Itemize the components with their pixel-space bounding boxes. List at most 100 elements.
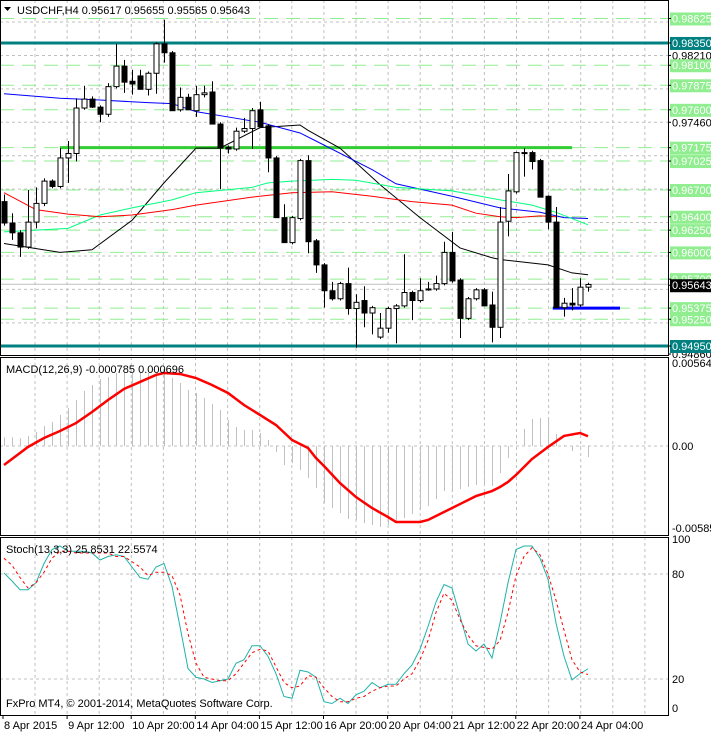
bull-candle-body — [57, 157, 64, 187]
candle[interactable] — [337, 281, 344, 301]
bull-candle-body — [73, 107, 80, 154]
candle[interactable] — [177, 87, 184, 112]
time-axis[interactable]: 8 Apr 2015 9 Apr 12:00 10 Apr 20:00 14 Apr … — [2, 715, 643, 732]
stoch-axis-label: 20 — [672, 674, 684, 686]
candle[interactable] — [105, 83, 112, 117]
bear-candle-body — [329, 290, 336, 300]
candle[interactable] — [473, 288, 480, 301]
candle[interactable] — [313, 239, 320, 273]
high-price: 0.95655 — [125, 5, 165, 17]
candle[interactable] — [129, 69, 136, 95]
mt4-chart-window[interactable]: 0.982100.974600.948600.986250.983500.981… — [0, 0, 711, 732]
candle[interactable] — [505, 173, 512, 237]
bear-candle-body — [529, 152, 536, 163]
candle[interactable] — [185, 93, 192, 111]
candle[interactable] — [441, 241, 448, 286]
candle[interactable] — [425, 281, 432, 291]
candle[interactable] — [521, 148, 528, 177]
bear-candle-body — [129, 80, 136, 85]
candle[interactable] — [209, 81, 216, 125]
candle[interactable] — [97, 105, 104, 123]
candle[interactable] — [457, 278, 464, 338]
macd-panel[interactable] — [3, 371, 589, 528]
candle[interactable] — [281, 204, 288, 244]
bull-candle-body — [25, 221, 32, 248]
bull-candle-body — [369, 307, 376, 314]
candle[interactable] — [465, 296, 472, 321]
key-level-price-label: 0.98350 — [672, 38, 711, 50]
candle[interactable] — [449, 231, 456, 283]
bull-candle-body — [585, 283, 592, 288]
candle[interactable] — [537, 158, 544, 198]
candle[interactable] — [73, 98, 80, 162]
candle[interactable] — [345, 267, 352, 315]
candle[interactable] — [137, 69, 144, 90]
candle[interactable] — [113, 43, 120, 89]
candle[interactable] — [561, 297, 568, 317]
candle[interactable] — [321, 263, 328, 308]
candle[interactable] — [393, 304, 400, 344]
stoch-axis-label: 100 — [672, 534, 690, 546]
level-price-label: 0.98100 — [672, 60, 711, 72]
candle[interactable] — [161, 19, 168, 63]
candle[interactable] — [201, 85, 208, 98]
candle[interactable] — [481, 288, 488, 307]
triangle-down-icon[interactable] — [4, 7, 11, 11]
candle[interactable] — [577, 278, 584, 307]
bear-candle-body — [265, 125, 272, 159]
price-axis[interactable]: 0.982100.974600.948600.986250.983500.981… — [668, 12, 711, 715]
candle[interactable] — [49, 179, 56, 189]
candle[interactable] — [265, 124, 272, 173]
candle[interactable] — [377, 313, 384, 339]
candle[interactable] — [585, 282, 592, 292]
candle[interactable] — [145, 71, 152, 96]
bear-candle-body — [161, 43, 168, 54]
candle[interactable] — [25, 190, 32, 249]
candle[interactable] — [401, 254, 408, 308]
candle[interactable] — [305, 155, 312, 254]
level-price-label: 0.97600 — [672, 105, 711, 117]
candle[interactable] — [273, 156, 280, 219]
candle[interactable] — [385, 306, 392, 333]
bull-candle-body — [505, 190, 512, 222]
bear-candle-body — [361, 300, 368, 314]
candle[interactable] — [57, 148, 64, 189]
candle[interactable] — [249, 108, 256, 150]
symbol-label: USDCHF,H4 — [17, 5, 79, 17]
bear-candle-body — [121, 65, 128, 83]
candle[interactable] — [513, 151, 520, 194]
stochastic-panel[interactable] — [3, 545, 589, 705]
bull-candle-body — [153, 43, 160, 74]
candle[interactable] — [553, 206, 560, 309]
panel-border — [0, 0, 669, 356]
bear-candle-body — [481, 289, 488, 307]
close-price: 0.95643 — [210, 5, 250, 17]
bull-candle-body — [297, 160, 304, 220]
candle[interactable] — [417, 278, 424, 303]
candle[interactable] — [545, 195, 552, 230]
candle[interactable] — [41, 178, 48, 207]
candle[interactable] — [297, 158, 304, 221]
candle[interactable] — [529, 150, 536, 170]
candle[interactable] — [289, 215, 296, 245]
candle[interactable] — [361, 286, 368, 328]
candle[interactable] — [233, 127, 240, 151]
bear-candle-body — [257, 109, 264, 128]
candle[interactable] — [1, 194, 8, 226]
candle[interactable] — [169, 50, 176, 112]
candle[interactable] — [433, 275, 440, 291]
candles-layer[interactable] — [1, 19, 592, 348]
candle[interactable] — [489, 291, 496, 343]
candle[interactable] — [353, 294, 360, 348]
stoch-main-line — [3, 545, 589, 705]
candle[interactable] — [89, 96, 96, 109]
bear-candle-body — [89, 98, 96, 108]
candle[interactable] — [257, 101, 264, 128]
candle[interactable] — [153, 42, 160, 94]
bear-candle-body — [9, 222, 16, 234]
candle[interactable] — [497, 206, 504, 338]
candle[interactable] — [369, 305, 376, 335]
candle[interactable] — [409, 290, 416, 321]
level-price-label: 0.97025 — [672, 156, 711, 168]
bull-candle-body — [385, 308, 392, 329]
